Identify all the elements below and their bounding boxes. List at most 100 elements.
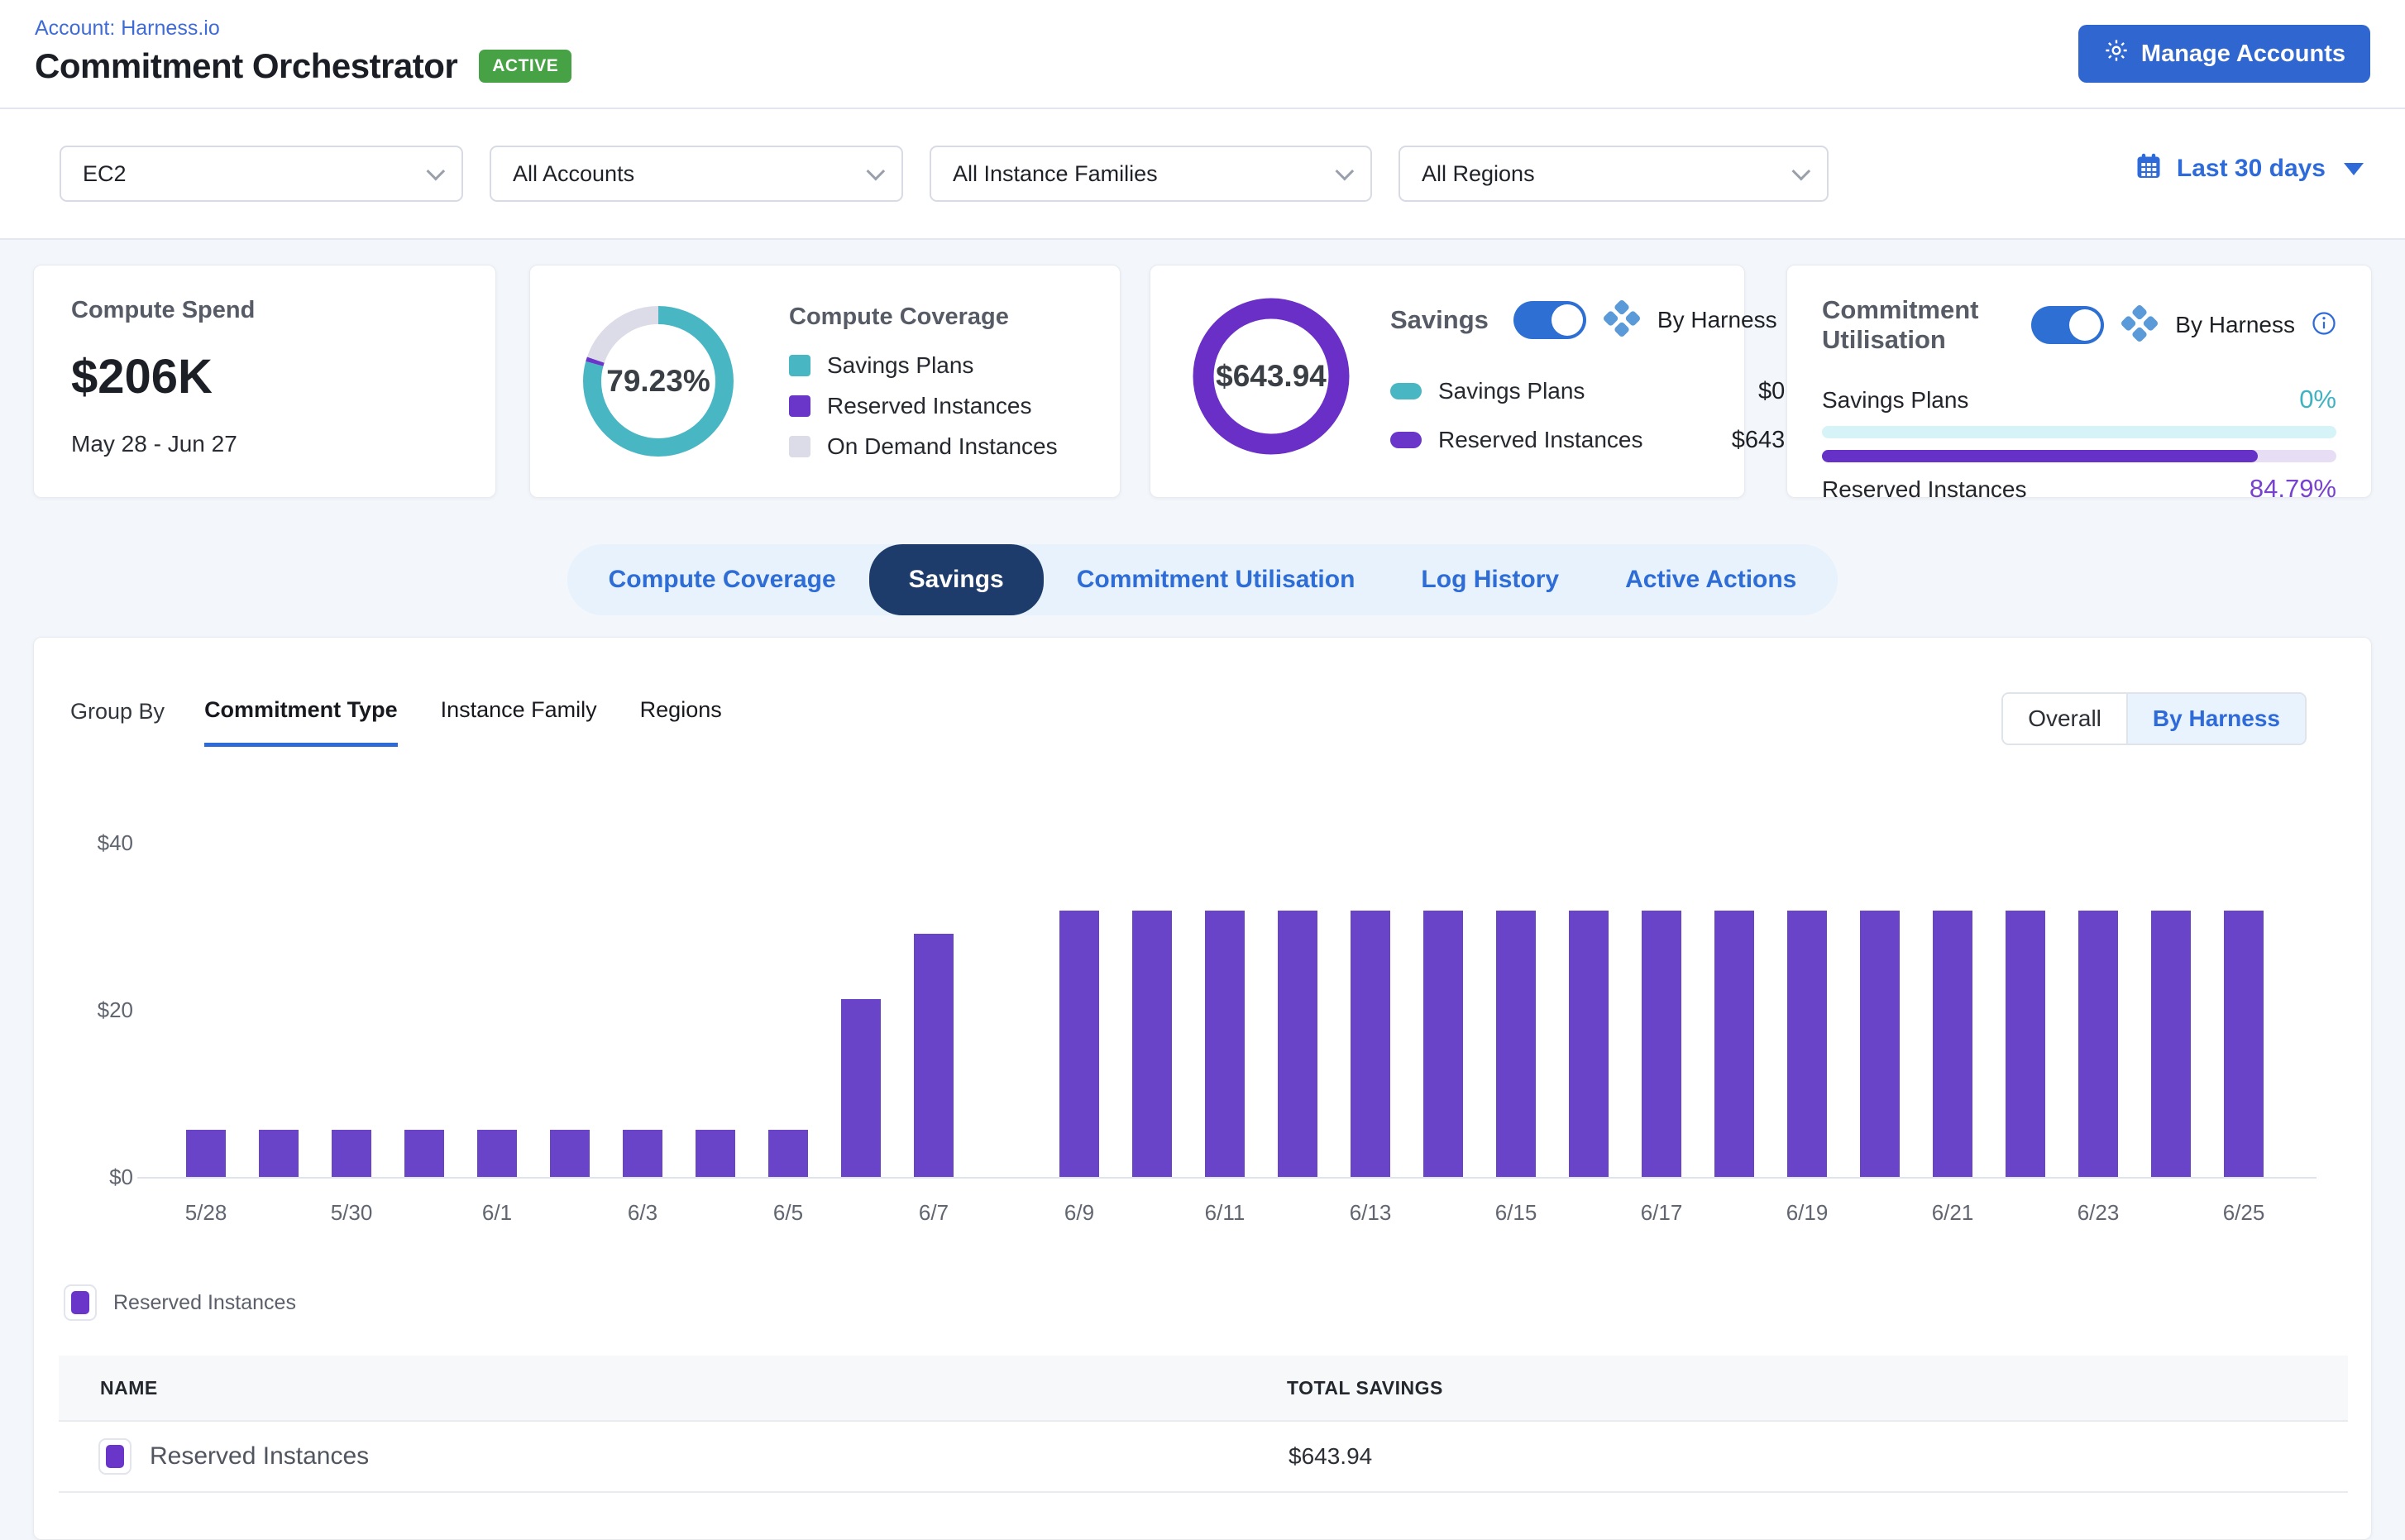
bar-6/9 — [1059, 911, 1099, 1177]
reserved-instances-percent: 84.79% — [2250, 474, 2336, 504]
compute-coverage-card: 79.23% Compute Coverage Savings Plans Res… — [529, 265, 1121, 498]
x-axis-tick: 6/21 — [1903, 1200, 2002, 1226]
harness-logo-icon — [2121, 304, 2159, 347]
compute-spend-card: Compute Spend $206K May 28 - Jun 27 — [33, 265, 496, 498]
bar-6/23 — [2078, 911, 2118, 1177]
savings-breakdown: Savings Plans$0.00 Reserved Instances$643… — [1390, 378, 1819, 454]
bar-6/25 — [2224, 911, 2264, 1177]
x-axis-tick: 6/25 — [2194, 1200, 2293, 1226]
service-select[interactable]: EC2 — [60, 146, 463, 202]
y-axis-tick: $40 — [59, 830, 133, 856]
chart-legend[interactable]: Reserved Instances — [64, 1284, 296, 1321]
card-title: Commitment Utilisation — [1822, 295, 2006, 355]
column-total-savings: TOTAL SAVINGS — [1287, 1377, 1443, 1399]
x-axis-tick: 6/11 — [1175, 1200, 1274, 1226]
compute-spend-period: May 28 - Jun 27 — [71, 431, 458, 457]
savings-total: $643.94 — [1188, 294, 1354, 459]
x-axis-tick: 5/28 — [156, 1200, 256, 1226]
legend-swatch — [789, 395, 810, 417]
bar-6/12 — [1278, 911, 1317, 1177]
bar-6/21 — [1933, 911, 1972, 1177]
app-header: Account: Harness.io Commitment Orchestra… — [0, 0, 2405, 109]
manage-accounts-button[interactable]: Manage Accounts — [2078, 25, 2370, 83]
savings-plans-percent: 0% — [2299, 385, 2336, 414]
x-axis-tick: 5/30 — [302, 1200, 401, 1226]
chevron-down-icon — [1336, 162, 1355, 181]
tab-log-history[interactable]: Log History — [1388, 544, 1592, 615]
bar-6/11 — [1205, 911, 1245, 1177]
savings-panel: Group By Commitment TypeInstance FamilyR… — [33, 637, 2372, 1540]
card-title: Savings — [1390, 305, 1489, 335]
bar-6/13 — [1351, 911, 1390, 1177]
accounts-select[interactable]: All Accounts — [490, 146, 903, 202]
caret-down-icon — [2344, 163, 2364, 175]
bar-6/7 — [914, 934, 954, 1177]
bar-6/2 — [550, 1130, 590, 1177]
x-axis-tick: 6/19 — [1757, 1200, 1857, 1226]
bar-6/3 — [623, 1130, 662, 1177]
by-harness-toggle[interactable] — [2031, 306, 2104, 344]
by-harness-label: By Harness — [2175, 312, 2295, 338]
coverage-percent: 79.23% — [576, 299, 741, 464]
legend-swatch — [789, 355, 810, 376]
table-row[interactable]: Reserved Instances$643.94 — [59, 1422, 2348, 1493]
savings-card: $643.94 Savings By Harness — [1150, 265, 1745, 498]
bar-6/19 — [1787, 911, 1827, 1177]
tab-savings[interactable]: Savings — [869, 544, 1044, 615]
chevron-down-icon — [427, 162, 446, 181]
x-axis-tick: 6/5 — [739, 1200, 838, 1226]
bar-6/16 — [1569, 911, 1609, 1177]
x-axis-tick: 6/13 — [1321, 1200, 1420, 1226]
bar-6/24 — [2151, 911, 2191, 1177]
compute-spend-value: $206K — [71, 349, 458, 404]
legend-item: Savings Plans — [789, 352, 1058, 379]
card-title: Compute Coverage — [789, 304, 1058, 331]
legend-item: Reserved Instances — [789, 393, 1058, 419]
instance-families-select[interactable]: All Instance Families — [930, 146, 1372, 202]
x-axis-tick: 6/1 — [447, 1200, 547, 1226]
reserved-instances-label: Reserved Instances — [1822, 476, 2026, 503]
x-axis-tick: 6/3 — [593, 1200, 692, 1226]
savings-row: Reserved Instances$643.94 — [1390, 427, 1819, 454]
bar-5/30 — [332, 1130, 371, 1177]
tab-commitment-utilisation[interactable]: Commitment Utilisation — [1044, 544, 1389, 615]
y-axis-tick: $0 — [59, 1165, 133, 1190]
bar-6/17 — [1642, 911, 1681, 1177]
chevron-down-icon — [867, 162, 886, 181]
commitment-utilisation-card: Commitment Utilisation By Harness Saving… — [1786, 265, 2372, 498]
savings-table: NAME TOTAL SAVINGS Reserved Instances$64… — [59, 1356, 2348, 1493]
bar-6/1 — [477, 1130, 517, 1177]
tab-active-actions[interactable]: Active Actions — [1592, 544, 1829, 615]
gear-icon — [2103, 37, 2130, 70]
info-icon[interactable] — [2312, 311, 2336, 340]
x-axis-tick: 6/9 — [1030, 1200, 1129, 1226]
date-range-picker[interactable]: Last 30 days — [2134, 151, 2364, 187]
x-axis-tick: 6/15 — [1466, 1200, 1566, 1226]
page-title: Commitment Orchestrator — [35, 46, 457, 86]
bar-6/15 — [1496, 911, 1536, 1177]
row-swatch-chip — [98, 1438, 131, 1475]
by-harness-toggle[interactable] — [1513, 301, 1586, 339]
legend-chip[interactable] — [64, 1284, 97, 1321]
calendar-icon — [2134, 151, 2164, 187]
column-name: NAME — [59, 1377, 1287, 1399]
x-axis-tick: 6/23 — [2049, 1200, 2148, 1226]
card-title: Compute Spend — [71, 297, 458, 324]
x-axis-tick: 6/17 — [1612, 1200, 1711, 1226]
coverage-legend: Savings PlansReserved InstancesOn Demand… — [789, 352, 1058, 460]
harness-logo-icon — [1603, 299, 1641, 342]
savings-donut-chart: $643.94 — [1188, 294, 1354, 459]
bar-6/10 — [1132, 911, 1172, 1177]
bar-5/28 — [186, 1130, 226, 1177]
chevron-down-icon — [1792, 162, 1811, 181]
tab-compute-coverage[interactable]: Compute Coverage — [576, 544, 869, 615]
bar-6/20 — [1860, 911, 1900, 1177]
legend-label: Reserved Instances — [113, 1291, 296, 1315]
account-breadcrumb[interactable]: Account: Harness.io — [35, 17, 220, 41]
bar-6/22 — [2006, 911, 2045, 1177]
regions-select[interactable]: All Regions — [1399, 146, 1829, 202]
bar-5/29 — [259, 1130, 299, 1177]
bar-6/18 — [1714, 911, 1754, 1177]
savings-row: Savings Plans$0.00 — [1390, 378, 1819, 405]
status-badge: ACTIVE — [479, 50, 571, 83]
